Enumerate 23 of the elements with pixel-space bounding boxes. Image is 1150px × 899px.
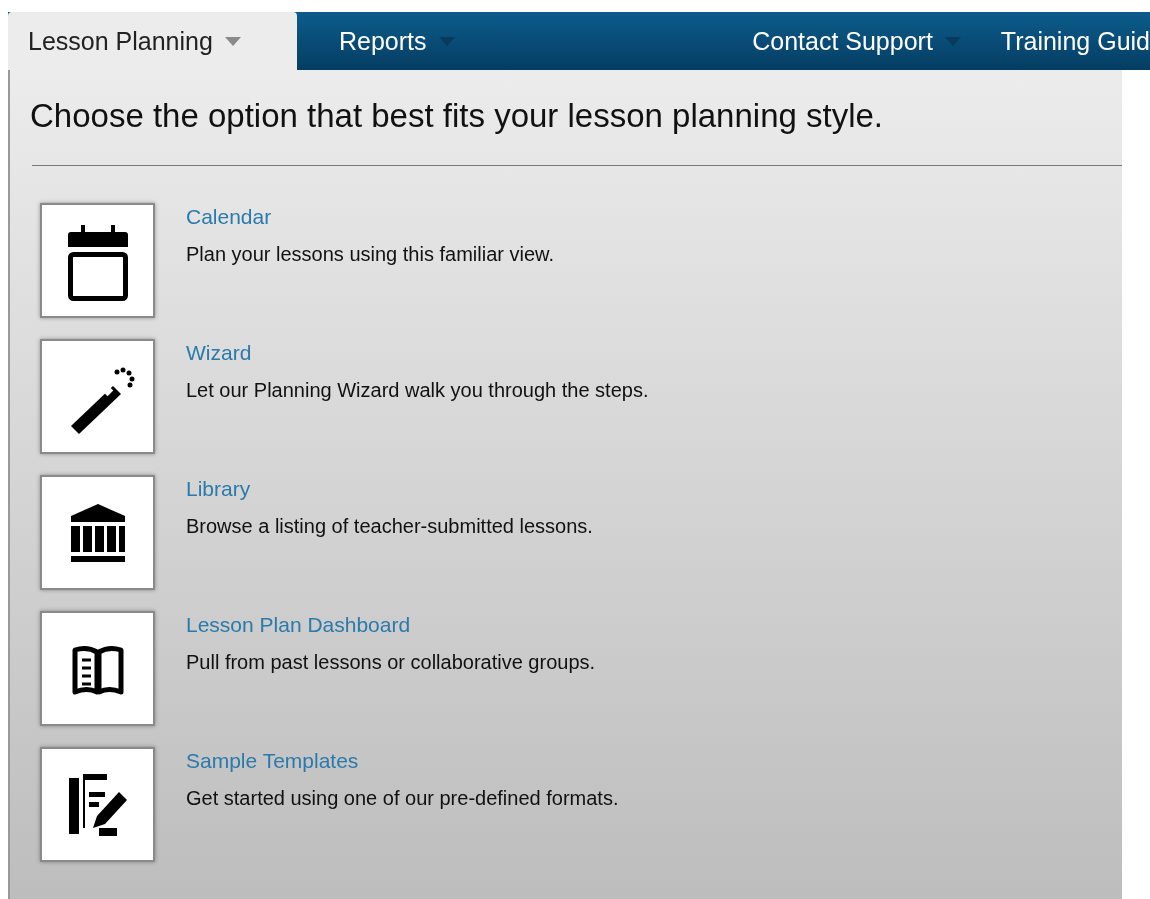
option-icon-tile[interactable] — [40, 339, 155, 454]
option-icon-tile[interactable] — [40, 611, 155, 726]
option-link[interactable]: Wizard — [186, 341, 252, 365]
option-link[interactable]: Library — [186, 477, 251, 501]
option-icon-tile[interactable] — [40, 747, 155, 862]
option-link[interactable]: Sample Templates — [186, 749, 359, 773]
option-description: Browse a listing of teacher-submitted lessons. — [186, 515, 593, 538]
caret-icon — [944, 36, 961, 46]
nav-tab[interactable]: Contact Support — [732, 12, 981, 70]
nav-tab[interactable]: Reports — [297, 12, 475, 70]
option-icon-tile[interactable] — [40, 203, 155, 318]
caret-icon — [224, 36, 241, 46]
nav-tab[interactable]: Training Guid — [980, 12, 1150, 70]
option-link[interactable]: Lesson Plan Dashboard — [186, 613, 411, 637]
page-heading: Choose the option that best fits your lesson planning style. — [30, 96, 885, 136]
caret-icon — [438, 36, 455, 46]
option-link[interactable]: Calendar — [186, 205, 272, 229]
option-description: Pull from past lessons or collaborative groups. — [186, 651, 596, 674]
nav-tab[interactable]: Lesson Planning — [8, 12, 297, 70]
option-description: Get started using one of our pre-defined formats. — [186, 787, 619, 810]
option-description: Plan your lessons using this familiar view. — [186, 243, 554, 266]
option-description: Let our Planning Wizard walk you through the steps. — [186, 379, 649, 402]
option-icon-tile[interactable] — [40, 475, 155, 590]
